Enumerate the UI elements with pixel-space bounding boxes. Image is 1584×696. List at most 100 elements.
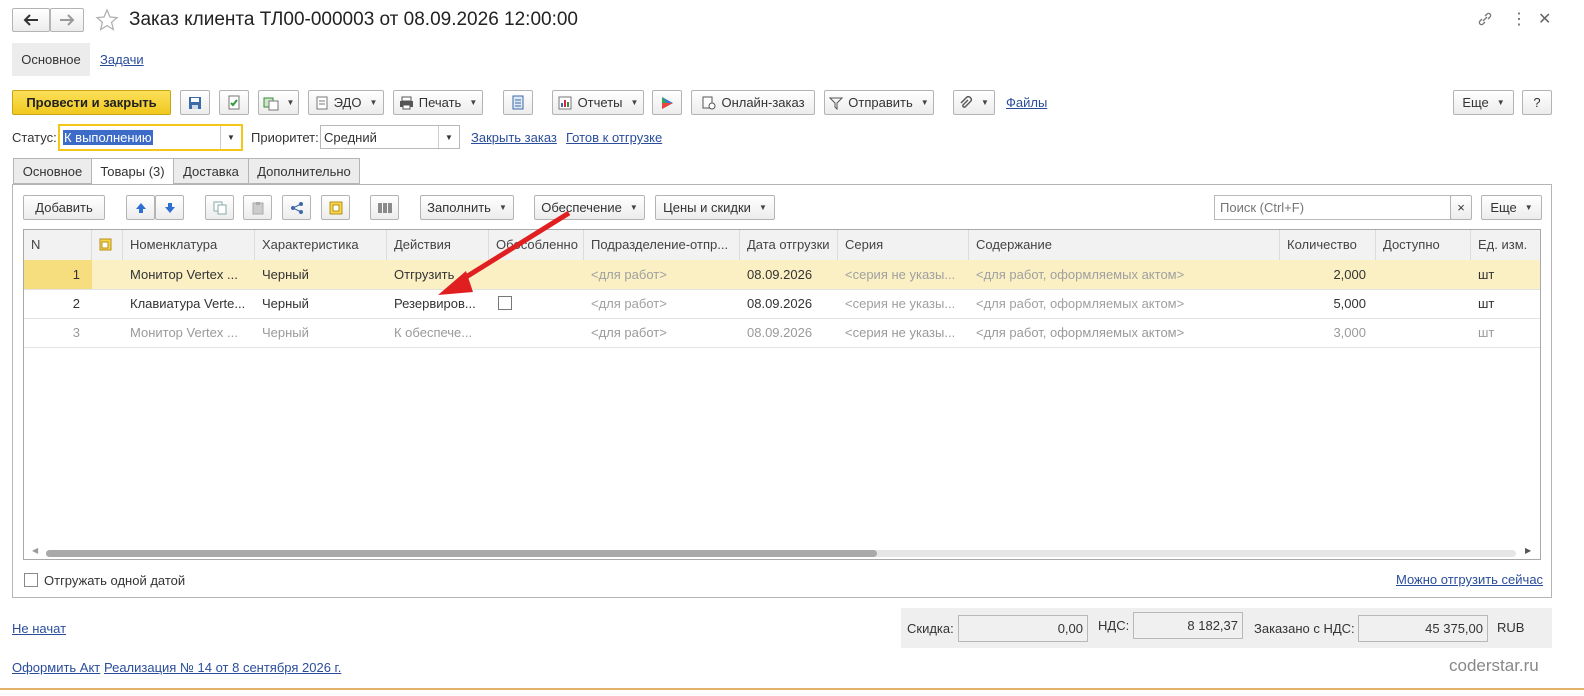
add-button[interactable]: Добавить bbox=[23, 195, 105, 220]
prices-discounts-button[interactable]: Цены и скидки ▼ bbox=[655, 195, 775, 220]
table-row[interactable]: 1 Монитор Vertex ... Черный Отгрузить <д… bbox=[24, 260, 1540, 290]
make-act-link[interactable]: Оформить Акт bbox=[12, 660, 100, 675]
goods-table[interactable]: N Номенклатура Характеристика Действия О… bbox=[23, 229, 1541, 560]
online-order-button[interactable]: Онлайн-заказ bbox=[691, 90, 815, 115]
row-available bbox=[1376, 260, 1471, 289]
realization-link[interactable]: Реализация № 14 от 8 сентября 2026 г. bbox=[104, 660, 341, 675]
tab-goods[interactable]: Товары (3) bbox=[91, 158, 174, 185]
search-clear-button[interactable]: × bbox=[1450, 195, 1472, 220]
col-icon[interactable] bbox=[92, 230, 123, 260]
row-division[interactable]: <для работ> bbox=[584, 260, 740, 289]
back-button[interactable] bbox=[12, 8, 50, 32]
not-started-link[interactable]: Не начат bbox=[12, 621, 66, 636]
col-item[interactable]: Номенклатура bbox=[123, 230, 255, 260]
row-content[interactable]: <для работ, оформляемых актом> bbox=[969, 260, 1280, 289]
col-quantity[interactable]: Количество bbox=[1280, 230, 1376, 260]
nav-tasks-link[interactable]: Задачи bbox=[100, 52, 144, 67]
row-unit[interactable]: шт bbox=[1471, 260, 1540, 289]
row-characteristic[interactable]: Черный bbox=[255, 318, 387, 347]
reports-button[interactable]: Отчеты ▼ bbox=[552, 90, 644, 115]
row-series[interactable]: <серия не указы... bbox=[838, 289, 969, 318]
col-unit[interactable]: Ед. изм. bbox=[1471, 230, 1540, 260]
play-button[interactable] bbox=[652, 90, 682, 115]
ship-one-date-checkbox[interactable] bbox=[24, 573, 38, 587]
row-quantity[interactable]: 3,000 bbox=[1280, 318, 1376, 347]
attach-button[interactable]: ▼ bbox=[953, 90, 995, 115]
close-order-link[interactable]: Закрыть заказ bbox=[471, 130, 557, 145]
row-item[interactable]: Монитор Vertex ... bbox=[123, 318, 255, 347]
col-available[interactable]: Доступно bbox=[1376, 230, 1471, 260]
col-division[interactable]: Подразделение-отпр... bbox=[584, 230, 740, 260]
table-row[interactable]: 2 Клавиатура Verte... Черный Резервиров.… bbox=[24, 289, 1540, 319]
more-button[interactable]: Еще ▼ bbox=[1453, 90, 1514, 115]
scroll-right-icon[interactable]: ▶ bbox=[1525, 546, 1531, 555]
split-button[interactable] bbox=[282, 195, 311, 220]
paste-button[interactable] bbox=[243, 195, 272, 220]
row-ship-date[interactable]: 08.09.2026 bbox=[740, 260, 838, 289]
edo-button[interactable]: ЭДО ▼ bbox=[308, 90, 384, 115]
can-ship-now-link[interactable]: Можно отгрузить сейчас bbox=[1396, 572, 1543, 587]
help-button[interactable]: ? bbox=[1522, 90, 1552, 115]
tab-additional[interactable]: Дополнительно bbox=[248, 158, 360, 184]
move-up-button[interactable] bbox=[126, 195, 155, 220]
move-down-button[interactable] bbox=[155, 195, 184, 220]
col-series[interactable]: Серия bbox=[838, 230, 969, 260]
post-button[interactable] bbox=[219, 90, 249, 115]
create-based-on-button[interactable]: ▼ bbox=[258, 90, 299, 115]
files-link[interactable]: Файлы bbox=[1006, 95, 1047, 110]
scrollbar-thumb[interactable] bbox=[46, 550, 877, 557]
watermark: coderstar.ru bbox=[1449, 656, 1539, 675]
priority-field[interactable]: Средний ▼ bbox=[320, 125, 460, 149]
row-division[interactable]: <для работ> bbox=[584, 289, 740, 318]
structure-button[interactable] bbox=[503, 90, 533, 115]
horizontal-scrollbar[interactable]: ◀ ▶ bbox=[24, 546, 1540, 559]
status-dropdown-arrow-icon[interactable]: ▼ bbox=[220, 126, 241, 149]
copy-button[interactable] bbox=[205, 195, 234, 220]
tab-main[interactable]: Основное bbox=[13, 158, 92, 184]
row-series[interactable]: <серия не указы... bbox=[838, 318, 969, 347]
kebab-menu-icon[interactable]: ⋮ bbox=[1511, 9, 1527, 29]
col-content[interactable]: Содержание bbox=[969, 230, 1280, 260]
scroll-left-icon[interactable]: ◀ bbox=[32, 546, 38, 555]
forward-button[interactable] bbox=[50, 8, 84, 32]
col-ship-date[interactable]: Дата отгрузки bbox=[740, 230, 838, 260]
col-characteristic[interactable]: Характеристика bbox=[255, 230, 387, 260]
row-ship-date[interactable]: 08.09.2026 bbox=[740, 318, 838, 347]
col-n[interactable]: N bbox=[24, 230, 92, 260]
row-quantity[interactable]: 5,000 bbox=[1280, 289, 1376, 318]
row-series[interactable]: <серия не указы... bbox=[838, 260, 969, 289]
row-characteristic[interactable]: Черный bbox=[255, 289, 387, 318]
table-row[interactable]: 3 Монитор Vertex ... Черный К обеспече..… bbox=[24, 318, 1540, 348]
goods-more-button[interactable]: Еще ▼ bbox=[1481, 195, 1542, 220]
select-button[interactable] bbox=[321, 195, 350, 220]
search-input-box[interactable] bbox=[1218, 199, 1450, 216]
barcode-button[interactable] bbox=[370, 195, 399, 220]
row-content[interactable]: <для работ, оформляемых актом> bbox=[969, 318, 1280, 347]
star-icon[interactable] bbox=[95, 8, 119, 32]
ready-ship-link[interactable]: Готов к отгрузке bbox=[566, 130, 662, 145]
link-icon[interactable] bbox=[1477, 11, 1493, 27]
send-button[interactable]: Отправить ▼ bbox=[824, 90, 934, 115]
row-division[interactable]: <для работ> bbox=[584, 318, 740, 347]
priority-dropdown-arrow-icon[interactable]: ▼ bbox=[438, 126, 459, 148]
row-unit[interactable]: шт bbox=[1471, 289, 1540, 318]
nav-main[interactable]: Основное bbox=[12, 43, 90, 76]
row-unit[interactable]: шт bbox=[1471, 318, 1540, 347]
row-ship-date[interactable]: 08.09.2026 bbox=[740, 289, 838, 318]
row-quantity[interactable]: 2,000 bbox=[1280, 260, 1376, 289]
close-icon[interactable]: ✕ bbox=[1538, 9, 1551, 29]
row-item[interactable]: Клавиатура Verte... bbox=[123, 289, 255, 318]
row-action[interactable]: К обеспече... bbox=[387, 318, 489, 347]
save-button[interactable] bbox=[180, 90, 210, 115]
arrow-left-icon bbox=[23, 14, 38, 26]
row-content[interactable]: <для работ, оформляемых актом> bbox=[969, 289, 1280, 318]
post-and-close-button[interactable]: Провести и закрыть bbox=[12, 90, 171, 115]
dropdown-arrow-icon: ▼ bbox=[920, 98, 929, 107]
row-characteristic[interactable]: Черный bbox=[255, 260, 387, 289]
status-field[interactable]: К выполнению ▼ bbox=[58, 124, 243, 151]
search-input[interactable] bbox=[1214, 195, 1451, 220]
tab-delivery[interactable]: Доставка bbox=[173, 158, 249, 184]
row-item[interactable]: Монитор Vertex ... bbox=[123, 260, 255, 289]
print-button[interactable]: Печать ▼ bbox=[393, 90, 483, 115]
row-available bbox=[1376, 318, 1471, 347]
